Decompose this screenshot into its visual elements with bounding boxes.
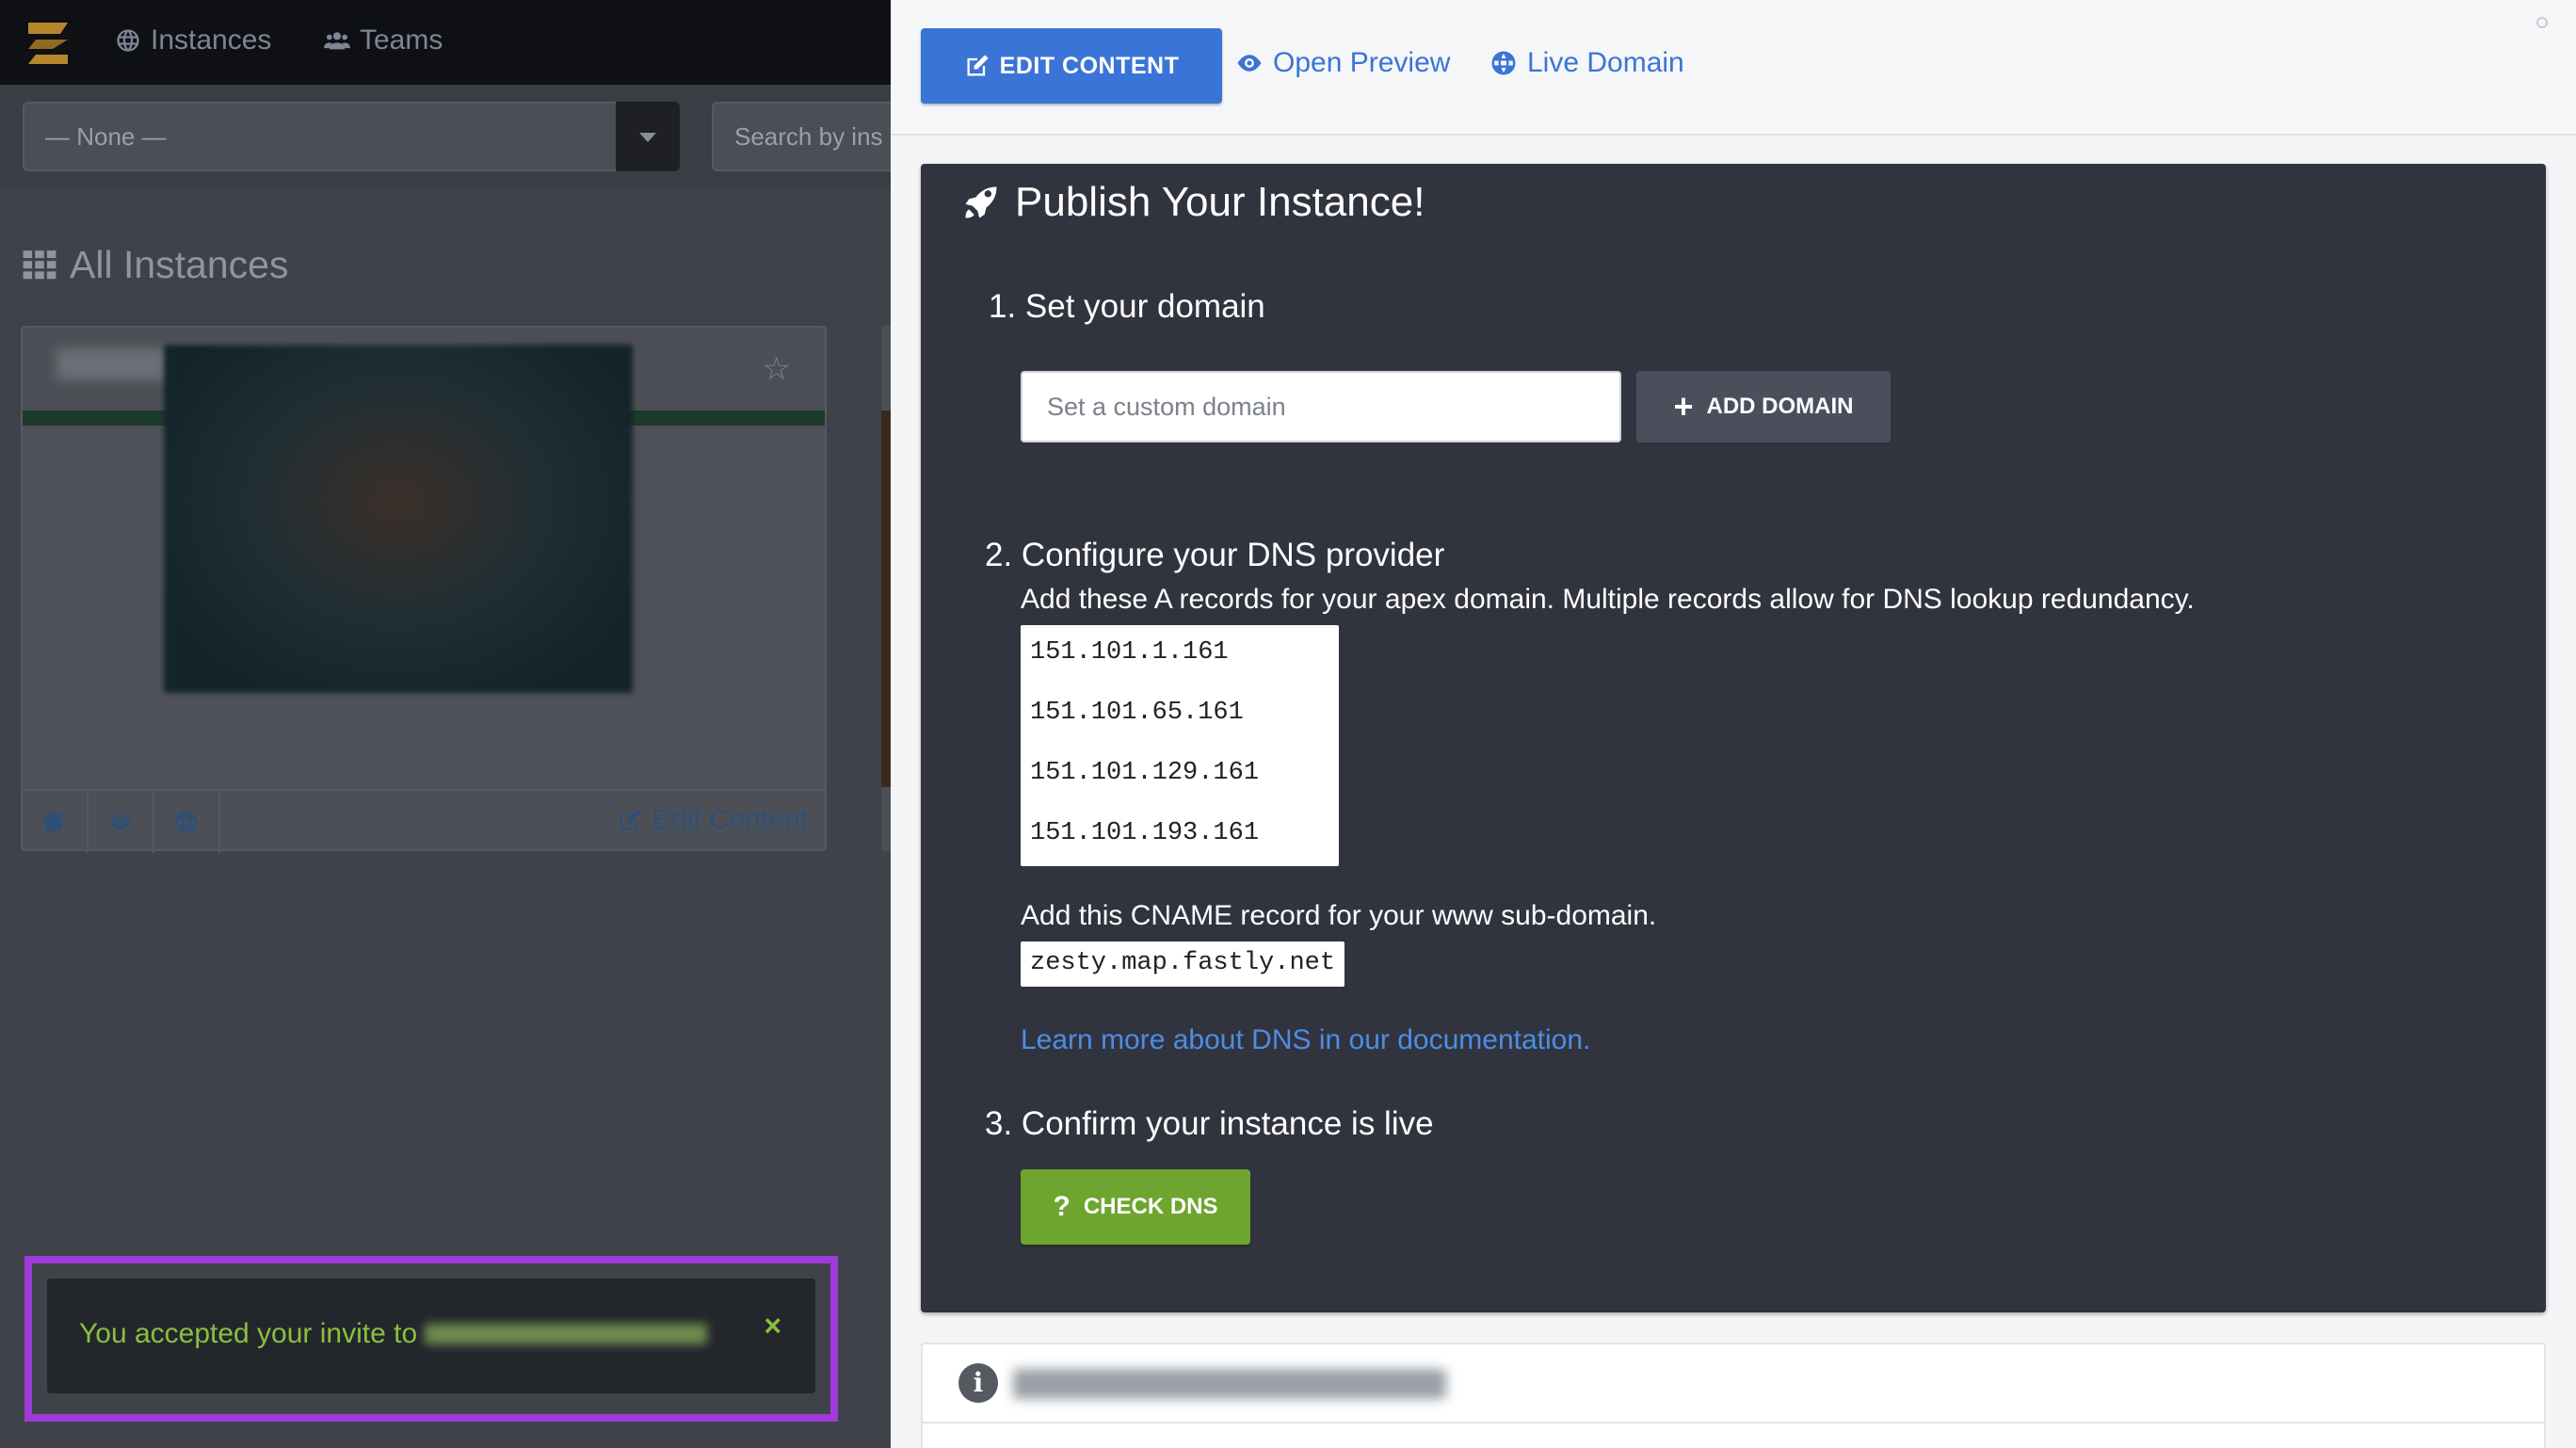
globe-icon xyxy=(1491,51,1516,75)
nav-instances-label: Instances xyxy=(151,24,272,56)
edit-icon xyxy=(620,809,641,830)
step1-heading: 1. Set your domain xyxy=(989,288,1265,325)
publish-instance-card: Publish Your Instance! 1. Set your domai… xyxy=(921,164,2546,1312)
question-icon: ? xyxy=(1053,1191,1071,1222)
toast-message: You accepted your invite to xyxy=(79,1318,708,1350)
card-thumbnail-partial xyxy=(881,410,891,787)
filter-bar: — None — Search by ins xyxy=(0,85,891,188)
publish-heading: Publish Your Instance! xyxy=(960,179,1425,226)
page-title: All Instances xyxy=(70,243,289,286)
step2-heading: 2. Configure your DNS provider xyxy=(985,537,1445,573)
eye-icon xyxy=(1237,55,1262,72)
cname-record: zesty.map.fastly.net xyxy=(1021,941,1345,987)
instance-name-redacted xyxy=(425,1324,708,1344)
custom-domain-field[interactable] xyxy=(1021,371,1621,442)
card-settings-button[interactable] xyxy=(23,791,89,853)
instance-name-redacted xyxy=(1013,1369,1446,1399)
toast-message-text: You accepted your invite to xyxy=(79,1318,418,1349)
edit-content-label: EDIT CONTENT xyxy=(999,52,1180,79)
card-live-button[interactable] xyxy=(154,791,220,853)
select-value: — None — xyxy=(45,122,167,151)
publish-title: Publish Your Instance! xyxy=(1015,179,1425,225)
edit-icon xyxy=(967,55,989,76)
instance-info-card: i xyxy=(921,1343,2546,1448)
gear-icon xyxy=(42,811,65,833)
star-icon[interactable]: ☆ xyxy=(763,350,791,388)
add-domain-button[interactable]: + ADD DOMAIN xyxy=(1636,371,1891,442)
a-records-list: 151.101.1.161 151.101.65.161 151.101.129… xyxy=(1021,625,1339,866)
info-icon: i xyxy=(958,1363,998,1403)
panel-toolbar: EDIT CONTENT Open Preview Live Domain xyxy=(891,0,2576,136)
check-dns-label: CHECK DNS xyxy=(1083,1194,1218,1219)
nav-teams-link[interactable]: Teams xyxy=(324,24,443,56)
chevron-down-icon[interactable] xyxy=(616,102,680,171)
plus-icon: + xyxy=(1673,387,1694,426)
cname-description: Add this CNAME record for your www sub-d… xyxy=(1021,900,1657,931)
live-domain-link[interactable]: Live Domain xyxy=(1489,47,1684,79)
zesty-logo-icon[interactable] xyxy=(19,15,77,70)
live-domain-label: Live Domain xyxy=(1527,47,1684,78)
globe-icon xyxy=(175,811,198,833)
open-preview-link[interactable]: Open Preview xyxy=(1235,47,1450,79)
add-domain-label: ADD DOMAIN xyxy=(1706,394,1854,419)
nav-teams-label: Teams xyxy=(360,24,443,56)
ecosystem-select[interactable]: — None — xyxy=(23,102,680,171)
dns-documentation-link[interactable]: Learn more about DNS in our documentatio… xyxy=(1021,1024,1590,1056)
nav-instances-link[interactable]: Instances xyxy=(115,24,271,56)
card-footer: Edit Content xyxy=(23,789,825,853)
top-navbar: Instances Teams xyxy=(0,0,891,85)
rocket-icon xyxy=(965,186,997,218)
publish-panel: EDIT CONTENT Open Preview Live Domain Pu… xyxy=(891,0,2576,1448)
a-record: 151.101.129.161 xyxy=(1030,759,1260,787)
invite-accepted-toast: You accepted your invite to × xyxy=(47,1279,815,1393)
users-icon xyxy=(324,32,350,50)
eye-icon xyxy=(109,813,132,830)
open-preview-label: Open Preview xyxy=(1273,47,1451,78)
check-dns-button[interactable]: ? CHECK DNS xyxy=(1021,1169,1250,1245)
a-record: 151.101.1.161 xyxy=(1030,638,1229,667)
search-input[interactable]: Search by ins xyxy=(712,102,891,171)
instances-app-background: Instances Teams — None — Search by ins A… xyxy=(0,0,891,1448)
custom-domain-input[interactable] xyxy=(1022,373,1619,441)
card-edit-label: Edit Content xyxy=(652,804,808,835)
close-icon[interactable]: × xyxy=(764,1309,781,1343)
search-placeholder: Search by ins xyxy=(734,122,883,151)
page-heading: All Instances xyxy=(21,243,288,287)
divider xyxy=(923,1422,2544,1424)
globe-icon xyxy=(117,29,139,52)
card-thumbnail-image xyxy=(164,345,633,693)
a-record: 151.101.65.161 xyxy=(1030,699,1244,727)
panel-close-handle[interactable] xyxy=(2536,17,2548,28)
grid-icon xyxy=(23,249,56,279)
a-record: 151.101.193.161 xyxy=(1030,819,1260,847)
step3-heading: 3. Confirm your instance is live xyxy=(985,1105,1434,1142)
a-records-description: Add these A records for your apex domain… xyxy=(1021,584,2195,615)
card-preview-button[interactable] xyxy=(89,791,154,853)
card-edit-content-link[interactable]: Edit Content xyxy=(617,804,808,836)
edit-content-button[interactable]: EDIT CONTENT xyxy=(921,28,1222,104)
